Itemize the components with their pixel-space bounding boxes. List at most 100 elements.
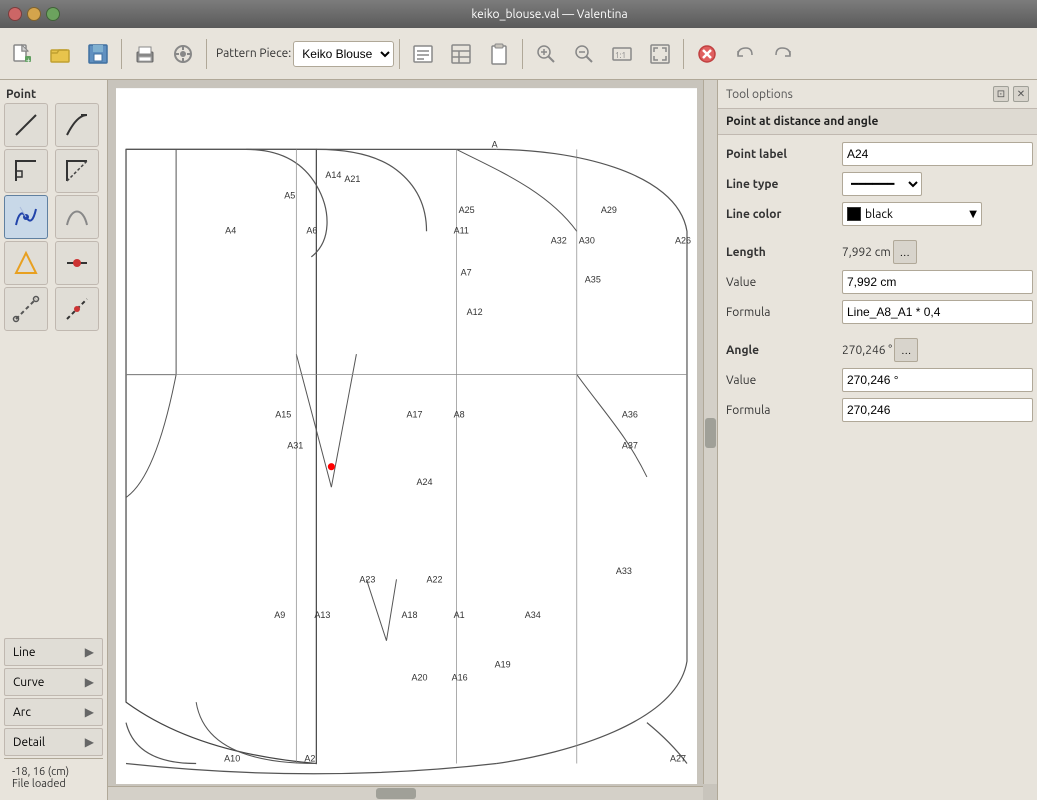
horizontal-scrollbar[interactable] [108, 786, 703, 800]
line-color-select[interactable]: black ▼ [842, 202, 982, 226]
arc-line-button[interactable] [55, 103, 99, 147]
length-display-group: 7,992 cm … [842, 240, 917, 264]
angle-value-container [838, 365, 1037, 395]
color-swatch [847, 207, 861, 221]
svg-text:A14: A14 [325, 170, 341, 180]
svg-text:A9: A9 [274, 610, 285, 620]
zoom-fit-button[interactable] [642, 36, 678, 72]
angle-formula-container [838, 395, 1037, 425]
vertical-scrollbar[interactable] [703, 80, 717, 784]
right-angle-button[interactable] [4, 149, 48, 193]
triangle-tool-button[interactable] [4, 241, 48, 285]
status-message: File loaded [12, 778, 95, 790]
svg-text:A2: A2 [304, 753, 315, 763]
stop-button[interactable] [689, 36, 725, 72]
divider-1 [718, 229, 1037, 237]
angle-display-container: 270,246 ° … [838, 335, 1037, 365]
minimize-button[interactable] [27, 7, 41, 21]
panel-header: Tool options ⊡ ✕ [718, 80, 1037, 109]
length-field-label: Length [718, 237, 838, 267]
new-file-button[interactable]: + [4, 36, 40, 72]
svg-text:A33: A33 [616, 566, 632, 576]
curve-point-button[interactable] [4, 195, 48, 239]
undo-button[interactable] [727, 36, 763, 72]
line-type-field-container: ━━━━━━ - - - - - ········· [838, 169, 1037, 199]
svg-text:A18: A18 [401, 610, 417, 620]
main-area: Point [0, 80, 1037, 800]
angle-expand-button[interactable]: … [894, 338, 918, 362]
angle-display-group: 270,246 ° … [842, 338, 918, 362]
dashed-line-button[interactable] [4, 287, 48, 331]
cross-tool-button[interactable] [55, 287, 99, 331]
svg-text:A35: A35 [585, 274, 601, 284]
maximize-button[interactable] [46, 7, 60, 21]
angle-value-label: Value [718, 365, 838, 395]
angle-bisector-button[interactable] [55, 149, 99, 193]
redo-button[interactable] [765, 36, 801, 72]
save-file-button[interactable] [80, 36, 116, 72]
clipboard-button[interactable] [481, 36, 517, 72]
divider-2 [718, 327, 1037, 335]
svg-text:A22: A22 [427, 574, 443, 584]
canvas-area[interactable]: A A5 A21 A14 A4 A6 A11 A25 A29 A7 A12 A1… [108, 80, 717, 800]
table-button[interactable] [443, 36, 479, 72]
color-label: black [865, 208, 893, 221]
panel-restore-button[interactable]: ⊡ [993, 86, 1009, 102]
toolbar-separator-4 [522, 39, 523, 69]
zoom-in-button[interactable] [528, 36, 564, 72]
cat-tab-line[interactable]: Line ▶ [4, 638, 103, 666]
length-expand-button[interactable]: … [893, 240, 917, 264]
point-label-input[interactable] [842, 142, 1033, 166]
svg-text:A36: A36 [622, 409, 638, 419]
toolbar-separator-1 [121, 39, 122, 69]
svg-text:+: + [26, 56, 31, 65]
line-type-field-label: Line type [718, 169, 838, 199]
toolbox-panel: Point [0, 80, 108, 800]
zoom-100-button[interactable]: 1:1 [604, 36, 640, 72]
svg-text:A17: A17 [407, 409, 423, 419]
svg-text:A32: A32 [551, 235, 567, 245]
angle-value-input[interactable] [842, 368, 1033, 392]
spline-button[interactable] [55, 195, 99, 239]
tool-grid [4, 103, 103, 331]
length-formula-input[interactable] [842, 300, 1033, 324]
svg-text:A27: A27 [670, 753, 686, 763]
close-button[interactable] [8, 7, 22, 21]
status-bar: -18, 16 (cm) File loaded [4, 758, 103, 796]
history-button[interactable] [405, 36, 441, 72]
zoom-out-button[interactable] [566, 36, 602, 72]
svg-text:A30: A30 [579, 235, 595, 245]
length-formula-container [838, 297, 1037, 327]
pattern-piece-select[interactable]: Keiko Blouse [293, 41, 394, 67]
length-value-container [838, 267, 1037, 297]
svg-text:1:1: 1:1 [615, 51, 626, 60]
preferences-button[interactable] [165, 36, 201, 72]
svg-text:A19: A19 [495, 659, 511, 669]
cat-tab-detail[interactable]: Detail ▶ [4, 728, 103, 756]
svg-text:A20: A20 [412, 673, 428, 683]
open-file-button[interactable] [42, 36, 78, 72]
angle-formula-input[interactable] [842, 398, 1033, 422]
cat-tab-arc[interactable]: Arc ▶ [4, 698, 103, 726]
line-type-select[interactable]: ━━━━━━ - - - - - ········· [842, 172, 922, 196]
length-display-container: 7,992 cm … [838, 237, 1037, 267]
svg-text:A26: A26 [675, 235, 691, 245]
svg-text:A4: A4 [225, 225, 236, 235]
panel-close-button[interactable]: ✕ [1013, 86, 1029, 102]
horizontal-scroll-thumb[interactable] [376, 788, 416, 799]
category-tabs: Line ▶ Curve ▶ Arc ▶ Detail ▶ [4, 638, 103, 758]
tool-options-form: Point label Line type ━━━━━━ - - - - - ·… [718, 135, 1037, 429]
svg-text:A37: A37 [622, 440, 638, 450]
cat-tab-curve[interactable]: Curve ▶ [4, 668, 103, 696]
length-display-value: 7,992 cm [842, 246, 891, 259]
line-tool-button[interactable] [4, 103, 48, 147]
point-on-line-button[interactable] [55, 241, 99, 285]
toolbar-separator-5 [683, 39, 684, 69]
color-dropdown-arrow: ▼ [969, 208, 977, 220]
line-color-field-container: black ▼ [838, 199, 1037, 229]
toolbar-separator-3 [399, 39, 400, 69]
length-value-input[interactable] [842, 270, 1033, 294]
vertical-scroll-thumb[interactable] [705, 418, 716, 448]
pattern-svg[interactable]: A A5 A21 A14 A4 A6 A11 A25 A29 A7 A12 A1… [116, 88, 697, 784]
print-button[interactable] [127, 36, 163, 72]
